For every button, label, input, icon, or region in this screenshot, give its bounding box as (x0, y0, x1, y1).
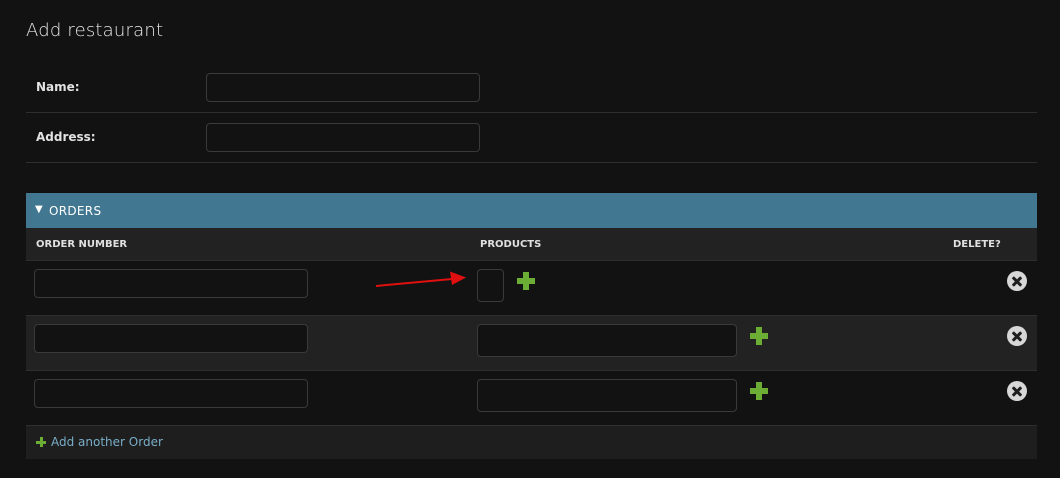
address-label: Address: (36, 130, 96, 144)
orders-inline-group: ▼ ORDERS ORDER NUMBER PRODUCTS DELETE? A… (26, 193, 1037, 459)
table-row (26, 261, 1037, 316)
triangle-down-icon[interactable]: ▼ (35, 204, 43, 215)
add-product-plus-icon[interactable] (749, 381, 769, 401)
page: Add restaurant Name: Address: ▼ ORDERS O… (0, 0, 1060, 478)
delete-x-circle-icon[interactable] (1007, 326, 1027, 346)
table-row (26, 316, 1037, 371)
order-number-input[interactable] (34, 379, 308, 408)
add-product-plus-icon[interactable] (749, 326, 769, 346)
order-number-input[interactable] (34, 269, 308, 298)
address-row: Address: (26, 113, 1037, 163)
orders-header-title: ORDERS (49, 204, 102, 218)
orders-header[interactable]: ▼ ORDERS (26, 193, 1037, 228)
name-row: Name: (26, 63, 1037, 113)
column-header-products: PRODUCTS (480, 239, 542, 250)
page-title: Add restaurant (26, 20, 164, 41)
products-select[interactable] (477, 379, 737, 412)
order-number-input[interactable] (34, 324, 308, 353)
orders-column-headers: ORDER NUMBER PRODUCTS DELETE? (26, 228, 1037, 261)
products-select[interactable] (477, 324, 737, 357)
add-another-order-link[interactable]: Add another Order (36, 435, 163, 449)
name-input[interactable] (206, 73, 480, 102)
name-label: Name: (36, 80, 80, 94)
delete-x-circle-icon[interactable] (1007, 381, 1027, 401)
add-another-order-label: Add another Order (51, 435, 163, 449)
red-arrow-icon (375, 271, 466, 287)
column-header-delete: DELETE? (953, 239, 1001, 250)
address-input[interactable] (206, 123, 480, 152)
add-product-plus-icon[interactable] (516, 271, 536, 291)
plus-icon (36, 437, 46, 447)
delete-x-circle-icon[interactable] (1007, 271, 1027, 291)
table-row (26, 371, 1037, 426)
products-select[interactable] (477, 269, 504, 302)
column-header-order-number: ORDER NUMBER (36, 239, 128, 250)
